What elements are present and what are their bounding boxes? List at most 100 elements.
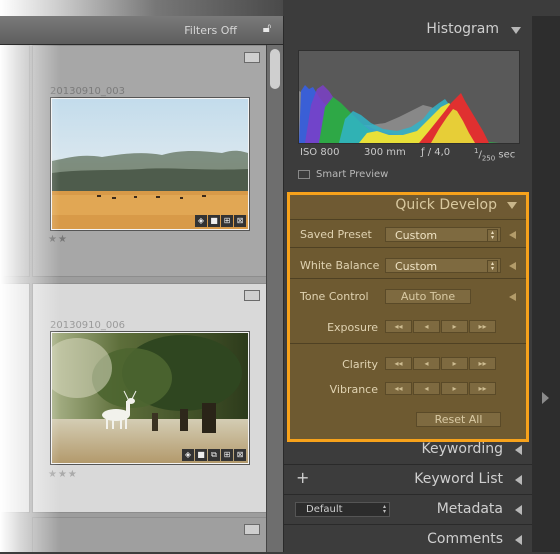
panel-title: Keywording xyxy=(421,441,503,457)
metadata-header[interactable]: Default ▴ ▾ Metadata xyxy=(284,495,533,524)
aperture-value: ƒ / 4,0 xyxy=(421,147,451,158)
vibrance-decrease-large-button[interactable]: ◂◂ xyxy=(385,382,412,395)
panel-title: Keyword List xyxy=(414,471,503,487)
vibrance-steppers: ◂◂ ◂ ▸ ▸▸ xyxy=(385,382,496,395)
toggle-panel-arrow-icon[interactable] xyxy=(542,392,549,404)
saved-preset-dropdown[interactable]: Custom ▴ ▾ xyxy=(385,227,501,242)
grid-scrollbar[interactable] xyxy=(266,45,284,552)
white-balance-label: White Balance xyxy=(300,259,380,272)
grid-cell-partial[interactable] xyxy=(0,283,30,513)
right-panel: Histogram ISO 800 300 mm ƒ / 4,0 1/250 s… xyxy=(283,16,533,552)
expand-left-triangle-icon[interactable] xyxy=(509,293,516,301)
smart-preview-icon xyxy=(298,169,310,179)
histogram-graph xyxy=(298,50,520,144)
scrollbar-thumb[interactable] xyxy=(270,49,280,89)
filters-off-dropdown[interactable]: Filters Off xyxy=(184,24,237,37)
keyword-tag-icon[interactable]: ◈ xyxy=(182,449,194,461)
top-edge-fade xyxy=(0,0,283,16)
crop-icon[interactable]: ⊞ xyxy=(221,215,233,227)
star-rating[interactable]: ★★ xyxy=(48,234,68,245)
crop-icon[interactable]: ⊞ xyxy=(221,449,233,461)
develop-adjust-icon[interactable]: ⊠ xyxy=(234,449,246,461)
clarity-steppers: ◂◂ ◂ ▸ ▸▸ xyxy=(385,357,496,370)
grid-cell-selected[interactable]: 20130910_006 ◈ ■ ⧉ ⊞ ⊠ ★★★ xyxy=(32,283,266,513)
thumbnail-badges: ◈ ■ ⧉ ⊞ ⊠ xyxy=(182,449,246,461)
auto-tone-button[interactable]: Auto Tone xyxy=(385,289,471,304)
panel-title: Histogram xyxy=(426,21,499,37)
clarity-label: Clarity xyxy=(342,358,378,371)
divider xyxy=(290,278,526,279)
quick-develop-header[interactable]: Quick Develop xyxy=(290,195,526,217)
collapse-triangle-icon[interactable] xyxy=(511,27,521,34)
thumbnail-badges: ◈ ■ ⊞ ⊠ xyxy=(195,215,246,227)
divider xyxy=(290,219,526,220)
tone-control-label: Tone Control xyxy=(300,290,369,303)
photo-white-deer xyxy=(42,333,248,463)
iso-value: ISO 800 xyxy=(300,147,340,158)
grid-cell[interactable] xyxy=(32,517,266,552)
lock-icon[interactable]: 🔓︎ xyxy=(260,22,274,36)
comment-icon[interactable]: ■ xyxy=(208,215,220,227)
exposure-increase-large-button[interactable]: ▸▸ xyxy=(469,320,496,333)
focal-length-value: 300 mm xyxy=(364,147,406,158)
library-filter-bar: Filters Off 🔓︎ xyxy=(0,16,283,45)
clarity-decrease-large-button[interactable]: ◂◂ xyxy=(385,357,412,370)
expand-left-triangle-icon[interactable] xyxy=(515,505,522,515)
cell-badge-icon[interactable] xyxy=(244,524,260,535)
divider xyxy=(290,247,526,248)
white-balance-dropdown[interactable]: Custom ▴ ▾ xyxy=(385,258,501,273)
cell-badge-icon[interactable] xyxy=(244,52,260,63)
virtual-copy-icon[interactable]: ⧉ xyxy=(208,449,220,461)
spinner-arrows-icon: ▴ ▾ xyxy=(382,503,386,515)
metadata-preset-dropdown[interactable]: Default ▴ ▾ xyxy=(295,502,390,517)
exposure-label: Exposure xyxy=(327,321,378,334)
star-rating[interactable]: ★★★ xyxy=(48,469,78,480)
keyword-list-header[interactable]: + Keyword List xyxy=(284,465,533,494)
expand-left-triangle-icon[interactable] xyxy=(509,231,516,239)
clarity-increase-large-button[interactable]: ▸▸ xyxy=(469,357,496,370)
reset-all-button[interactable]: Reset All xyxy=(416,412,501,427)
photo-thumbnail[interactable]: ◈ ■ ⧉ ⊞ ⊠ xyxy=(42,331,250,465)
expand-left-triangle-icon[interactable] xyxy=(515,445,522,455)
expand-left-triangle-icon[interactable] xyxy=(509,262,516,270)
grid-cell[interactable]: 20130910_003 ◈ ■ ⊞ ⊠ ★★ xyxy=(32,45,266,277)
spinner-arrows-icon: ▴ ▾ xyxy=(487,229,498,242)
comment-icon[interactable]: ■ xyxy=(195,449,207,461)
clarity-decrease-button[interactable]: ◂ xyxy=(413,357,440,370)
clarity-increase-button[interactable]: ▸ xyxy=(441,357,468,370)
panel-title: Quick Develop xyxy=(395,197,497,213)
spinner-arrows-icon: ▴ ▾ xyxy=(487,260,498,273)
quick-develop-panel: Quick Develop Saved Preset Custom ▴ ▾ Whi… xyxy=(287,192,529,442)
exposure-decrease-button[interactable]: ◂ xyxy=(413,320,440,333)
photo-thumbnail[interactable]: ◈ ■ ⊞ ⊠ xyxy=(50,97,250,231)
keyword-tag-icon[interactable]: ◈ xyxy=(195,215,207,227)
vibrance-increase-large-button[interactable]: ▸▸ xyxy=(469,382,496,395)
vibrance-increase-button[interactable]: ▸ xyxy=(441,382,468,395)
grid-cell-partial[interactable] xyxy=(0,45,30,277)
exposure-decrease-large-button[interactable]: ◂◂ xyxy=(385,320,412,333)
keywording-header[interactable]: Keywording xyxy=(284,435,533,464)
saved-preset-label: Saved Preset xyxy=(300,228,372,241)
comments-header[interactable]: Comments xyxy=(284,525,533,554)
panel-title: Metadata xyxy=(436,501,503,517)
panel-title: Comments xyxy=(427,531,503,547)
photo-deer-field xyxy=(52,99,248,229)
expand-left-triangle-icon[interactable] xyxy=(515,535,522,545)
vibrance-label: Vibrance xyxy=(329,383,378,396)
exposure-increase-button[interactable]: ▸ xyxy=(441,320,468,333)
cell-badge-icon[interactable] xyxy=(244,290,260,301)
shutter-speed-value: 1/250 sec xyxy=(474,147,516,163)
cell-filename: 20130910_003 xyxy=(50,86,125,97)
divider xyxy=(290,343,526,344)
collapse-triangle-icon[interactable] xyxy=(507,202,517,209)
cell-filename: 20130910_006 xyxy=(50,320,125,331)
library-grid: 20130910_003 ◈ ■ ⊞ ⊠ ★★ 20130910_006 ◈ ■… xyxy=(0,0,266,552)
expand-left-triangle-icon[interactable] xyxy=(515,475,522,485)
smart-preview-status[interactable]: Smart Preview xyxy=(298,169,388,180)
vibrance-decrease-button[interactable]: ◂ xyxy=(413,382,440,395)
exposure-steppers: ◂◂ ◂ ▸ ▸▸ xyxy=(385,320,496,333)
develop-adjust-icon[interactable]: ⊠ xyxy=(234,215,246,227)
right-panel-edge xyxy=(532,16,560,552)
add-keyword-icon[interactable]: + xyxy=(296,468,309,487)
histogram-header[interactable]: Histogram xyxy=(284,16,533,44)
